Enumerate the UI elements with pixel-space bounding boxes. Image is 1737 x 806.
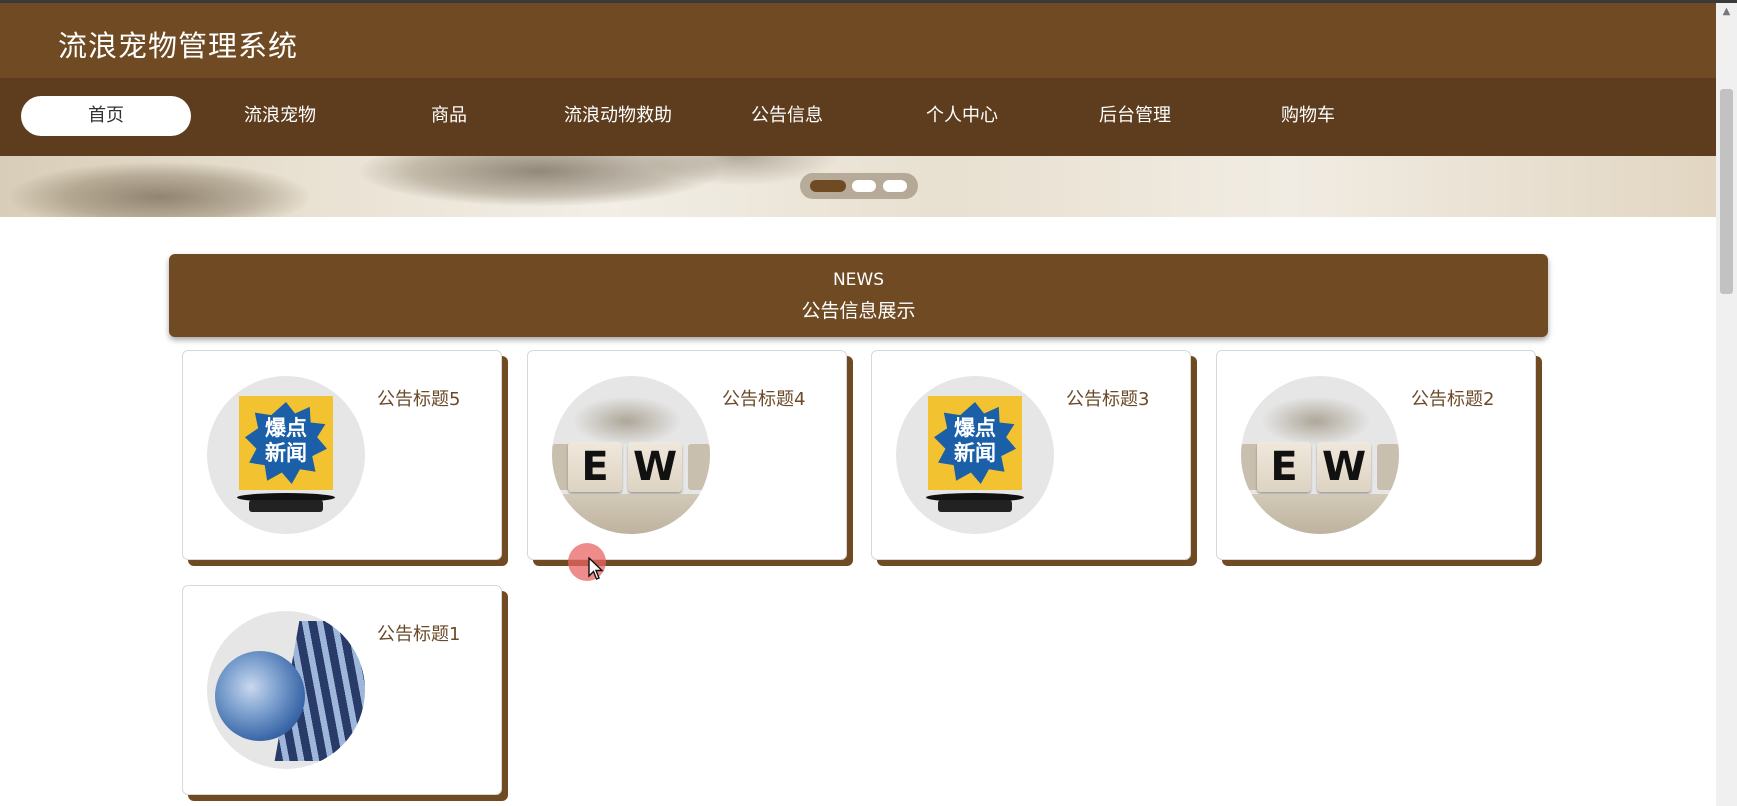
browser-viewport: 流浪宠物管理系统 首页 流浪宠物 商品 流浪动物救助 公告信息 个人中心 后台管… [0, 0, 1737, 806]
scrollbar-thumb[interactable] [1720, 89, 1733, 294]
news-card[interactable]: 爆点 新闻 公告标题5 [182, 350, 502, 560]
mouse-pointer-icon [588, 557, 604, 580]
title-bar: 流浪宠物管理系统 [0, 3, 1716, 78]
news-card[interactable]: E W 公告标题2 [1216, 350, 1536, 560]
news-card-title[interactable]: 公告标题3 [1066, 385, 1149, 411]
nav-item-personal-center[interactable]: 个人中心 [877, 96, 1047, 136]
news-heading-en: NEWS [832, 270, 885, 290]
nav-item-products[interactable]: 商品 [364, 96, 534, 136]
banner-carousel[interactable] [0, 156, 1716, 217]
nav-item-stray-pets[interactable]: 流浪宠物 [195, 96, 365, 136]
banner-ink-painting [10, 162, 310, 217]
carousel-dot-2[interactable] [852, 180, 876, 192]
news-card[interactable]: 公告标题1 [182, 585, 502, 795]
vertical-scrollbar[interactable]: ▲ [1716, 3, 1737, 806]
breaking-news-sign-icon: 爆点 新闻 [207, 376, 365, 534]
nav-item-home[interactable]: 首页 [21, 96, 191, 136]
news-heading-zh: 公告信息展示 [801, 300, 916, 322]
news-card-title[interactable]: 公告标题4 [722, 385, 805, 411]
news-section-header: NEWS 公告信息展示 [169, 254, 1548, 337]
nav-item-cart[interactable]: 购物车 [1223, 96, 1393, 136]
carousel-indicators [800, 173, 918, 199]
breaking-news-sign-icon: 爆点 新闻 [896, 376, 1054, 534]
carousel-dot-3[interactable] [883, 180, 907, 192]
nav-item-announcements[interactable]: 公告信息 [702, 96, 872, 136]
nav-item-admin[interactable]: 后台管理 [1050, 96, 1220, 136]
news-card-title[interactable]: 公告标题5 [377, 385, 460, 411]
scroll-up-arrow-icon[interactable]: ▲ [1716, 3, 1737, 21]
main-nav: 首页 流浪宠物 商品 流浪动物救助 公告信息 个人中心 后台管理 购物车 [0, 78, 1716, 156]
news-card-title[interactable]: 公告标题2 [1411, 385, 1494, 411]
nav-item-rescue[interactable]: 流浪动物救助 [533, 96, 703, 136]
letter-blocks-image: E W [552, 376, 710, 534]
carousel-dot-1[interactable] [810, 180, 846, 192]
news-card[interactable]: 爆点 新闻 公告标题3 [871, 350, 1191, 560]
news-card-title[interactable]: 公告标题1 [377, 620, 460, 646]
globe-news-image [207, 611, 365, 769]
site-title: 流浪宠物管理系统 [58, 29, 299, 63]
news-card[interactable]: E W 公告标题4 [527, 350, 847, 560]
letter-blocks-image: E W [1241, 376, 1399, 534]
